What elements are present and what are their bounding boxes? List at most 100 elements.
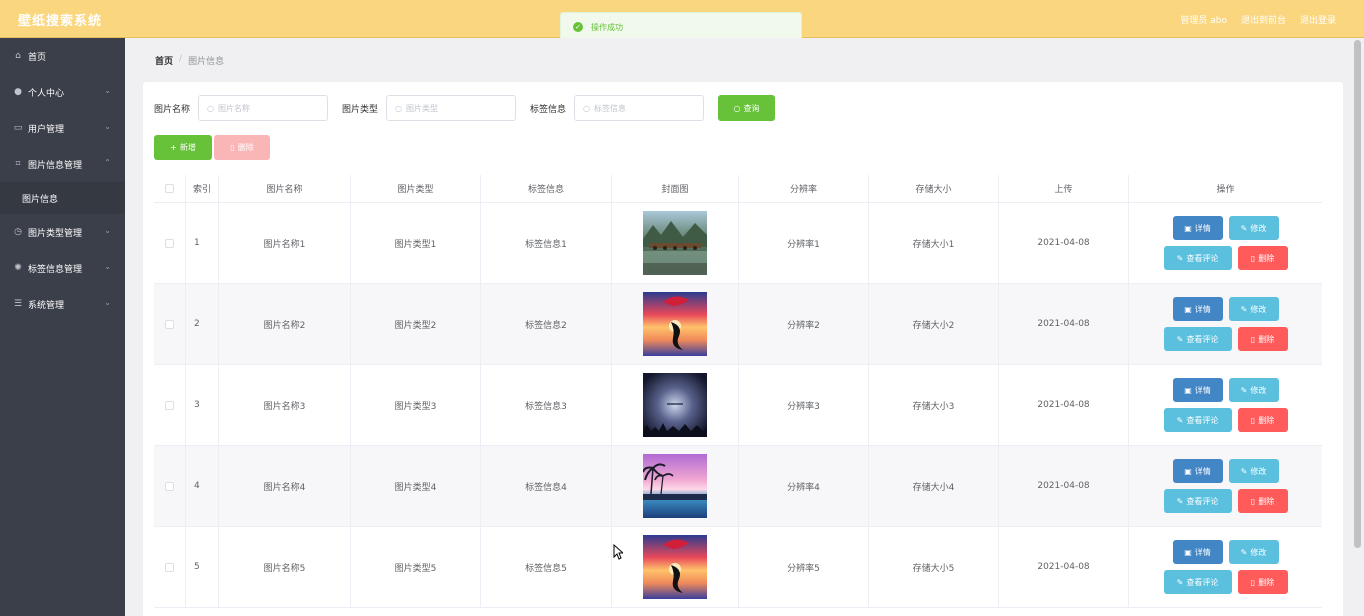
document-icon: ▣	[1184, 304, 1192, 314]
cell-index: 3	[186, 365, 219, 445]
document-icon: ▣	[1184, 385, 1192, 395]
row-select-cell[interactable]	[154, 203, 186, 283]
delete-row-button-label: 删除	[1258, 415, 1275, 425]
sidebar-item-image-type-management[interactable]: ◷ 图片类型管理 ⌄	[0, 214, 125, 250]
breadcrumb-home[interactable]: 首页	[155, 54, 173, 67]
pencil-icon: ✎	[1240, 547, 1248, 557]
id-card-icon: ▭	[13, 123, 23, 133]
row-select-cell[interactable]	[154, 365, 186, 445]
detail-button[interactable]: ▣ 详情	[1172, 378, 1223, 402]
cover-image[interactable]	[643, 373, 707, 437]
image-type-input[interactable]	[406, 103, 516, 113]
row-checkbox[interactable]	[165, 319, 174, 329]
cell-image-name: 图片名称1	[219, 203, 351, 283]
row-checkbox[interactable]	[165, 481, 174, 491]
delete-row-button[interactable]: ▯ 删除	[1237, 489, 1288, 513]
row-checkbox[interactable]	[165, 238, 174, 248]
row-select-cell[interactable]	[154, 284, 186, 364]
edit-button[interactable]: ✎ 修改	[1228, 459, 1279, 483]
view-comments-button[interactable]: ✎ 查看评论	[1163, 408, 1232, 432]
select-all-checkbox[interactable]	[165, 184, 174, 193]
cell-tag-info: 标签信息1	[481, 203, 612, 283]
image-type-field[interactable]: ○	[386, 95, 517, 121]
cell-tag-info: 标签信息2	[481, 284, 612, 364]
header-size: 存储大小	[869, 175, 999, 202]
logout-link[interactable]: 退出登录	[1300, 13, 1336, 26]
edit-button[interactable]: ✎ 修改	[1228, 540, 1279, 564]
sidebar-subitem-image-info[interactable]: 图片信息	[0, 182, 125, 214]
add-button-label: 新增	[179, 143, 196, 152]
detail-button[interactable]: ▣ 详情	[1172, 216, 1223, 240]
image-table: 索引 图片名称 图片类型 标签信息 封面图 分辨率 存储大小 上传 操作 1 图片…	[154, 175, 1322, 608]
add-button[interactable]: + 新增	[154, 135, 212, 160]
cover-image[interactable]	[643, 211, 707, 275]
cell-actions: ▣ 详情 ✎ 修改 ✎ 查看评论 ▯ 删除	[1129, 365, 1322, 445]
sidebar-item-label: 首页	[28, 52, 47, 63]
row-checkbox[interactable]	[165, 400, 174, 410]
row-select-cell[interactable]	[154, 527, 186, 607]
header-select-all[interactable]	[154, 175, 186, 202]
view-comments-button[interactable]: ✎ 查看评论	[1163, 327, 1232, 351]
cover-image[interactable]	[642, 454, 707, 518]
delete-row-button[interactable]: ▯ 删除	[1237, 570, 1288, 594]
sidebar-item-label: 图片信息管理	[28, 160, 83, 171]
chevron-down-icon: ⌄	[104, 122, 111, 131]
row-select-cell[interactable]	[154, 446, 186, 526]
edit-button[interactable]: ✎ 修改	[1228, 297, 1279, 321]
detail-button[interactable]: ▣ 详情	[1172, 297, 1223, 321]
chevron-down-icon: ⌄	[104, 226, 111, 235]
delete-row-button[interactable]: ▯ 删除	[1237, 246, 1288, 270]
pencil-icon: ✎	[1176, 334, 1184, 344]
trash-icon: ▯	[1250, 415, 1256, 425]
cell-resolution: 分辨率2	[739, 284, 869, 364]
search-icon: ○	[733, 103, 741, 113]
scrollbar-thumb[interactable]	[1354, 40, 1361, 548]
cover-image[interactable]	[643, 535, 707, 599]
view-comments-button[interactable]: ✎ 查看评论	[1163, 246, 1232, 270]
table-row: 5 图片名称5 图片类型5 标签信息5 分辨率5 存储大小5 2021-04-08 ▣ 详情 ✎ 修…	[154, 527, 1322, 608]
header-image-name: 图片名称	[219, 175, 351, 202]
back-to-frontend-link[interactable]: 退出到前台	[1241, 13, 1286, 26]
edit-button[interactable]: ✎ 修改	[1228, 378, 1279, 402]
delete-row-button[interactable]: ▯ 删除	[1237, 408, 1288, 432]
row-checkbox[interactable]	[165, 562, 174, 572]
cell-image-name: 图片名称5	[219, 527, 351, 607]
image-name-label: 图片名称	[154, 104, 191, 115]
table-row: 2 图片名称2 图片类型2 标签信息2 分辨率2 存储大小2 2021-04-08 ▣ 详情 ✎ 修…	[154, 284, 1322, 365]
sidebar-item-home[interactable]: ⌂ 首页	[0, 38, 125, 74]
crop-icon: ⌗	[15, 159, 21, 169]
sidebar-item-system-management[interactable]: ☰ 系统管理 ⌄	[0, 286, 125, 322]
trash-icon: ▯	[230, 143, 235, 152]
sidebar-item-tag-info-management[interactable]: ✺ 标签信息管理 ⌄	[0, 250, 125, 286]
header-tag-info: 标签信息	[481, 175, 612, 202]
cell-resolution: 分辨率3	[739, 365, 869, 445]
query-button[interactable]: ○ 查询	[718, 95, 776, 121]
detail-button[interactable]: ▣ 详情	[1172, 459, 1223, 483]
delete-row-button-label: 删除	[1258, 577, 1275, 587]
batch-delete-button[interactable]: ▯ 删除	[214, 135, 270, 160]
pencil-icon: ✎	[1176, 253, 1184, 263]
sidebar-item-personal-center[interactable]: ● 个人中心 ⌄	[0, 74, 125, 110]
image-name-field[interactable]: ○	[198, 95, 329, 121]
detail-button[interactable]: ▣ 详情	[1172, 540, 1223, 564]
breadcrumb-current: 图片信息	[188, 57, 225, 67]
delete-row-button[interactable]: ▯ 删除	[1237, 327, 1288, 351]
view-comments-button[interactable]: ✎ 查看评论	[1163, 489, 1232, 513]
tag-info-input[interactable]	[594, 103, 704, 113]
cover-image[interactable]	[643, 292, 707, 356]
chevron-down-icon: ⌄	[104, 262, 111, 271]
sidebar-item-image-info-management[interactable]: ⌗ 图片信息管理 ⌃	[0, 146, 125, 182]
pencil-icon: ✎	[1176, 415, 1184, 425]
edit-button[interactable]: ✎ 修改	[1228, 216, 1279, 240]
cell-actions: ▣ 详情 ✎ 修改 ✎ 查看评论 ▯ 删除	[1129, 527, 1322, 607]
view-comments-button[interactable]: ✎ 查看评论	[1163, 570, 1232, 594]
page-scrollbar[interactable]	[1353, 38, 1362, 616]
header-image-type: 图片类型	[351, 175, 481, 202]
tag-info-field[interactable]: ○	[574, 95, 705, 121]
search-icon: ○	[207, 103, 214, 113]
sidebar-item-label: 标签信息管理	[28, 264, 83, 275]
view-comments-button-label: 查看评论	[1186, 415, 1219, 425]
sidebar-item-user-management[interactable]: ▭ 用户管理 ⌄	[0, 110, 125, 146]
view-comments-button-label: 查看评论	[1186, 496, 1219, 506]
image-name-input[interactable]	[218, 103, 328, 113]
